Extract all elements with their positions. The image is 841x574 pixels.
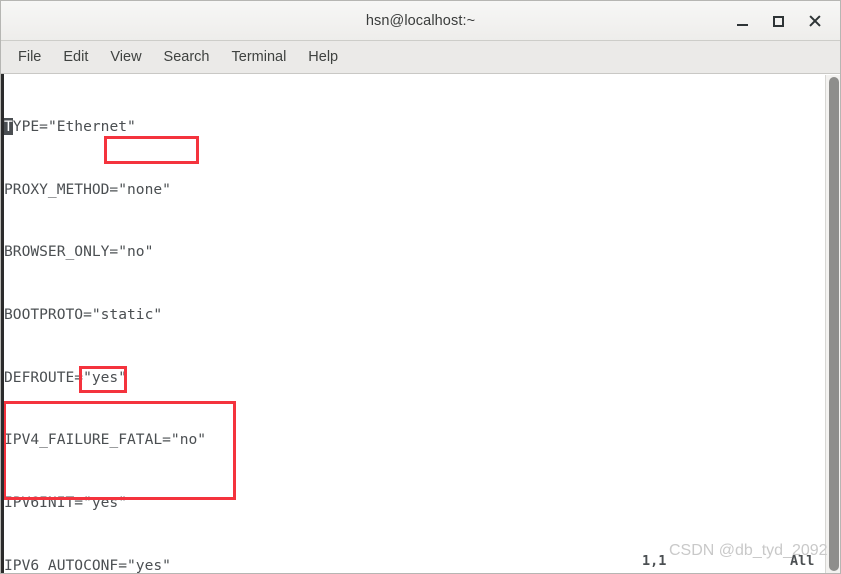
terminal-line: BROWSER_ONLY="no" [4,242,382,263]
text-cursor: T [4,117,13,135]
menubar: File Edit View Search Terminal Help [1,41,840,74]
menu-item-terminal[interactable]: Terminal [221,45,298,69]
menu-item-file[interactable]: File [7,45,52,69]
terminal-line: TYPE="Ethernet" [4,117,382,138]
menu-item-view[interactable]: View [99,45,152,69]
scroll-position-indicator: All [790,553,815,569]
terminal-line: PROXY_METHOD="none" [4,180,382,201]
minimize-button[interactable] [724,3,760,39]
titlebar: hsn@localhost:~ [1,1,840,41]
terminal-line: BOOTPROTO="static" [4,305,382,326]
menu-item-help[interactable]: Help [297,45,349,69]
terminal-line-text: IPV4_FAILURE_FATAL="no" [4,431,207,449]
terminal-line: DEFROUTE="yes" [4,368,382,389]
terminal-text-buffer: TYPE="Ethernet" PROXY_METHOD="none" BROW… [4,75,382,573]
terminal-line-text: IPV6INIT="yes" [4,494,128,512]
menu-item-edit[interactable]: Edit [52,45,99,69]
menu-item-search[interactable]: Search [153,45,221,69]
maximize-button[interactable] [760,3,796,39]
terminal-line-text: BROWSER_ONLY="no" [4,243,154,261]
scrollbar-thumb[interactable] [829,77,839,571]
vertical-scrollbar[interactable] [825,75,840,573]
close-icon [808,15,821,28]
cursor-position-indicator: 1,1 [642,553,667,569]
terminal-line-text: BOOTPROTO="static" [4,305,163,323]
window-title: hsn@localhost:~ [365,12,476,29]
terminal-line-text: DEFROUTE="yes" [4,368,128,386]
terminal-screen[interactable]: TYPE="Ethernet" PROXY_METHOD="none" BROW… [4,74,840,573]
terminal-line-text: YPE="Ethernet" [12,117,136,135]
terminal-line-text: PROXY_METHOD="none" [4,180,171,198]
terminal-area[interactable]: TYPE="Ethernet" PROXY_METHOD="none" BROW… [1,74,840,573]
terminal-line: IPV4_FAILURE_FATAL="no" [4,430,382,451]
minimize-icon [736,23,748,26]
terminal-line: IPV6INIT="yes" [4,493,382,514]
vim-status-line: 1,1 All [4,550,840,573]
close-button[interactable] [796,3,832,39]
terminal-window: hsn@localhost:~ File Edit View Search Te… [0,0,841,574]
window-controls [724,1,832,41]
maximize-icon [772,15,784,27]
